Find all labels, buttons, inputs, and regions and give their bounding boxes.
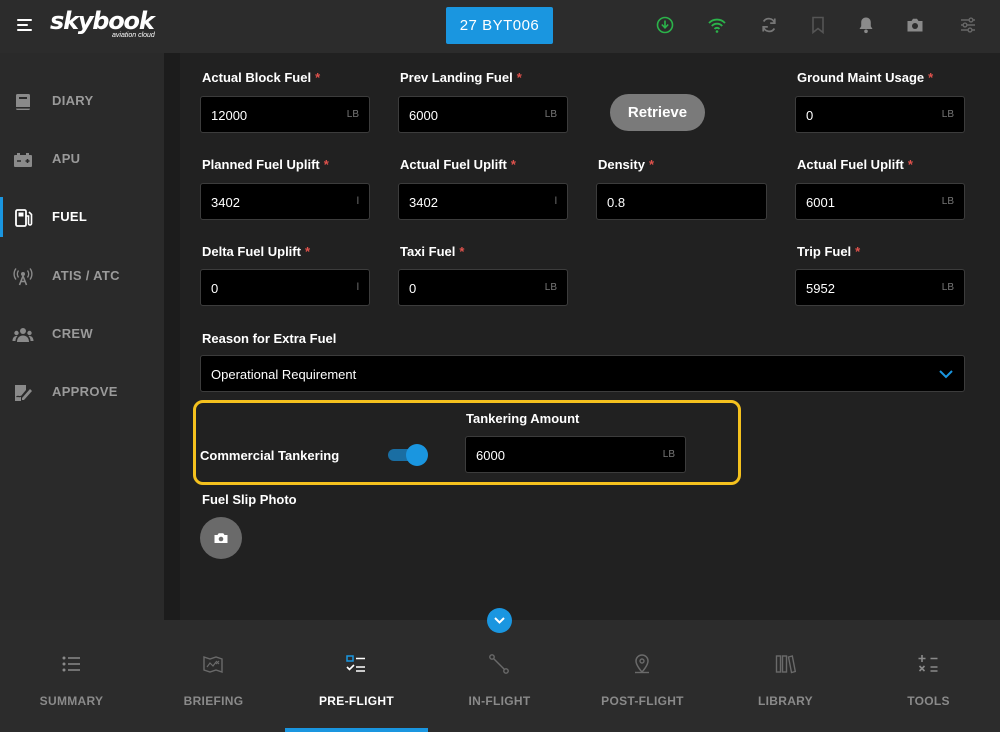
sidebar-item-crew[interactable]: CREW xyxy=(0,305,164,363)
people-icon xyxy=(12,328,34,342)
tab-briefing[interactable]: BRIEFING xyxy=(142,620,285,732)
skybook-logo: skybook aviation cloud xyxy=(50,7,155,39)
book-icon xyxy=(16,94,30,110)
taxi-fuel-input[interactable]: 0 LB xyxy=(398,269,568,306)
checklist-icon xyxy=(346,655,365,672)
settings-sliders-icon[interactable] xyxy=(958,15,978,35)
planned-fuel-uplift-label: Planned Fuel Uplift * xyxy=(202,157,329,172)
map-route-icon xyxy=(203,656,223,673)
calculator-icon xyxy=(918,655,938,672)
flight-selector-button[interactable]: 27 BYT006 xyxy=(446,7,553,44)
density-label: Density * xyxy=(598,157,655,172)
tankering-amount-label: Tankering Amount xyxy=(466,411,580,426)
commercial-tankering-label: Commercial Tankering xyxy=(200,448,340,463)
sidebar-item-fuel[interactable]: FUEL xyxy=(0,188,164,246)
density-input[interactable]: 0.8 xyxy=(596,183,767,220)
retrieve-button[interactable]: Retrieve xyxy=(610,94,705,131)
delta-fuel-uplift-label: Delta Fuel Uplift * xyxy=(202,244,311,259)
tankering-amount-input[interactable]: 6000 LB xyxy=(465,436,686,473)
top-bar: skybook aviation cloud 27 BYT006 xyxy=(0,0,1000,53)
download-icon[interactable] xyxy=(655,15,675,35)
actual-fuel-uplift-liters-label: Actual Fuel Uplift * xyxy=(400,157,516,172)
sync-icon[interactable] xyxy=(759,15,779,35)
route-nodes-icon xyxy=(489,654,509,674)
actual-fuel-uplift-liters-input[interactable]: 3402 l xyxy=(398,183,568,220)
wifi-icon[interactable] xyxy=(707,15,727,35)
camera-icon xyxy=(214,533,228,543)
taxi-fuel-label: Taxi Fuel * xyxy=(400,244,465,259)
tab-post-flight[interactable]: POST-FLIGHT xyxy=(571,620,714,732)
location-pin-icon xyxy=(635,654,649,674)
trip-fuel-label: Trip Fuel * xyxy=(797,244,861,259)
sign-document-icon xyxy=(15,385,32,401)
chevron-down-icon xyxy=(939,370,953,379)
tab-pre-flight[interactable]: PRE-FLIGHT xyxy=(285,620,428,732)
ground-maint-usage-label: Ground Maint Usage * xyxy=(797,70,934,85)
collapse-toggle-button[interactable] xyxy=(487,608,512,633)
sidebar-item-apu[interactable]: APU xyxy=(0,130,164,188)
actual-fuel-uplift-lb-input[interactable]: 6001 LB xyxy=(795,183,965,220)
delta-fuel-uplift-input[interactable]: 0l xyxy=(200,269,370,306)
camera-icon[interactable] xyxy=(905,15,925,35)
sidebar-item-atis-atc[interactable]: ATIS / ATC xyxy=(0,247,164,305)
actual-block-fuel-label: Actual Block Fuel * xyxy=(202,70,321,85)
tab-library[interactable]: LIBRARY xyxy=(714,620,857,732)
trip-fuel-input[interactable]: 5952 LB xyxy=(795,269,965,306)
fuel-slip-camera-button[interactable] xyxy=(200,517,242,559)
menu-icon[interactable] xyxy=(17,19,32,33)
sidebar-item-approve[interactable]: APPROVE xyxy=(0,363,164,421)
list-icon xyxy=(62,656,80,672)
prev-landing-fuel-input[interactable]: 6000 LB xyxy=(398,96,568,133)
sidebar-item-diary[interactable]: DIARY xyxy=(0,72,164,130)
reason-extra-fuel-label: Reason for Extra Fuel xyxy=(202,331,337,346)
battery-icon xyxy=(14,153,32,167)
commercial-tankering-toggle[interactable] xyxy=(388,444,429,466)
prev-landing-fuel-label: Prev Landing Fuel * xyxy=(400,70,522,85)
bookmark-icon[interactable] xyxy=(808,15,828,35)
bottom-tab-bar: SUMMARY BRIEFING PRE-FLIGHT IN-FLIGHT PO… xyxy=(0,620,1000,732)
tab-tools[interactable]: TOOLS xyxy=(857,620,1000,732)
antenna-icon xyxy=(13,268,33,286)
ground-maint-usage-input[interactable]: 0 LB xyxy=(795,96,965,133)
tab-summary[interactable]: SUMMARY xyxy=(0,620,143,732)
sidebar-divider xyxy=(164,53,180,620)
books-icon xyxy=(775,655,796,674)
sidebar: DIARY APU FUEL ATIS / ATC CREW APPROVE xyxy=(0,53,164,620)
bell-icon[interactable] xyxy=(856,15,876,35)
tab-in-flight[interactable]: IN-FLIGHT xyxy=(428,620,571,732)
reason-extra-fuel-select[interactable]: Operational Requirement xyxy=(200,355,965,392)
actual-block-fuel-input[interactable]: 12000 LB xyxy=(200,96,370,133)
fuel-pump-icon xyxy=(15,209,33,227)
planned-fuel-uplift-input[interactable]: 3402 l xyxy=(200,183,370,220)
fuel-slip-photo-label: Fuel Slip Photo xyxy=(202,492,297,507)
actual-fuel-uplift-lb-label: Actual Fuel Uplift * xyxy=(797,157,913,172)
chevron-down-icon xyxy=(494,617,505,624)
